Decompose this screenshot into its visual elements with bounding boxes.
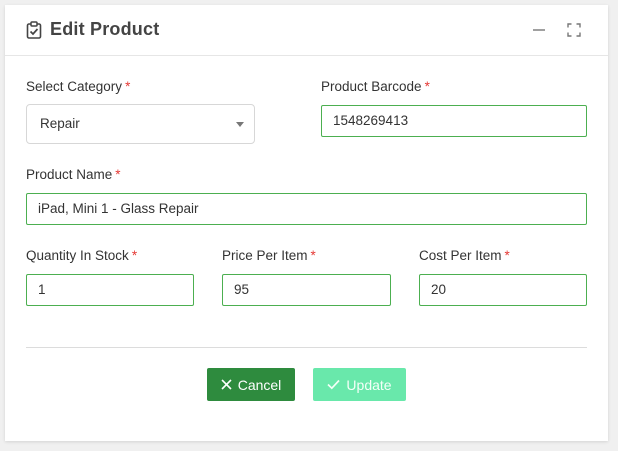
barcode-label: Product Barcode * <box>321 79 430 94</box>
edit-product-panel: Edit Product Select Category * Repair Pro… <box>5 5 608 441</box>
required-marker: * <box>504 248 510 263</box>
price-label-text: Price Per Item <box>222 248 308 263</box>
update-button-label: Update <box>346 376 392 393</box>
barcode-input[interactable]: 1548269413 <box>321 105 587 137</box>
price-input[interactable]: 95 <box>222 274 391 306</box>
panel-header: Edit Product <box>5 5 608 56</box>
category-label-text: Select Category <box>26 79 123 94</box>
minimize-icon[interactable] <box>531 22 547 38</box>
product-name-label: Product Name * <box>26 167 121 182</box>
required-marker: * <box>125 79 131 94</box>
cancel-button[interactable]: Cancel <box>207 368 295 401</box>
quantity-label-text: Quantity In Stock <box>26 248 129 263</box>
cancel-button-label: Cancel <box>237 376 282 393</box>
chevron-down-icon <box>236 122 244 127</box>
cost-label-text: Cost Per Item <box>419 248 502 263</box>
panel-title: Edit Product <box>50 19 160 39</box>
cost-label: Cost Per Item * <box>419 248 510 263</box>
barcode-label-text: Product Barcode <box>321 79 422 94</box>
form-divider <box>26 347 587 348</box>
product-name-input[interactable]: iPad, Mini 1 - Glass Repair <box>26 193 587 225</box>
required-marker: * <box>131 248 138 263</box>
quantity-input[interactable]: 1 <box>26 274 194 306</box>
category-select[interactable]: Repair <box>26 104 255 144</box>
product-name-label-text: Product Name <box>26 167 113 182</box>
required-marker: * <box>310 248 316 263</box>
check-icon <box>327 379 341 390</box>
maximize-icon[interactable] <box>566 22 582 38</box>
required-marker: * <box>424 79 430 94</box>
cost-input[interactable]: 20 <box>419 274 587 306</box>
quantity-label: Quantity In Stock * <box>26 248 137 263</box>
required-marker: * <box>115 167 121 182</box>
update-button[interactable]: Update <box>313 368 406 401</box>
price-label: Price Per Item * <box>222 248 316 263</box>
clipboard-check-icon <box>25 21 43 39</box>
category-select-value: Repair <box>40 116 80 131</box>
close-icon <box>221 379 232 390</box>
category-label: Select Category * <box>26 79 130 94</box>
